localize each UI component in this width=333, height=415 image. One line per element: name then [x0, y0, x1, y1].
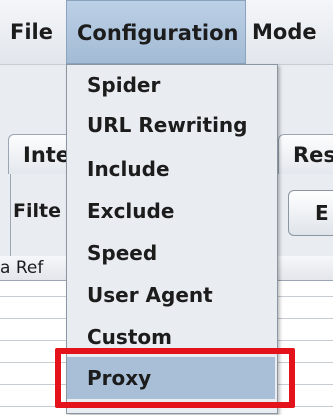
menu-item-exclude[interactable]: Exclude — [87, 193, 174, 229]
highlight-annotation-box — [55, 348, 295, 408]
menu-item-include[interactable]: Include — [87, 151, 170, 187]
menu-mode[interactable]: Mode — [252, 0, 317, 64]
menu-file[interactable]: File — [10, 0, 53, 64]
filter-label: Filte — [13, 200, 61, 222]
menu-configuration[interactable]: Configuration — [66, 0, 246, 64]
tab-results[interactable]: Res — [278, 134, 333, 174]
menu-bar: File Configuration Mode — [0, 0, 333, 65]
edit-button[interactable]: E — [288, 190, 333, 236]
menu-item-user-agent[interactable]: User Agent — [87, 277, 213, 313]
menu-item-url-rewriting[interactable]: URL Rewriting — [87, 107, 247, 143]
table-header-cell[interactable]: a Ref — [0, 258, 43, 278]
menu-item-speed[interactable]: Speed — [87, 235, 157, 271]
menu-item-spider[interactable]: Spider — [87, 67, 160, 103]
